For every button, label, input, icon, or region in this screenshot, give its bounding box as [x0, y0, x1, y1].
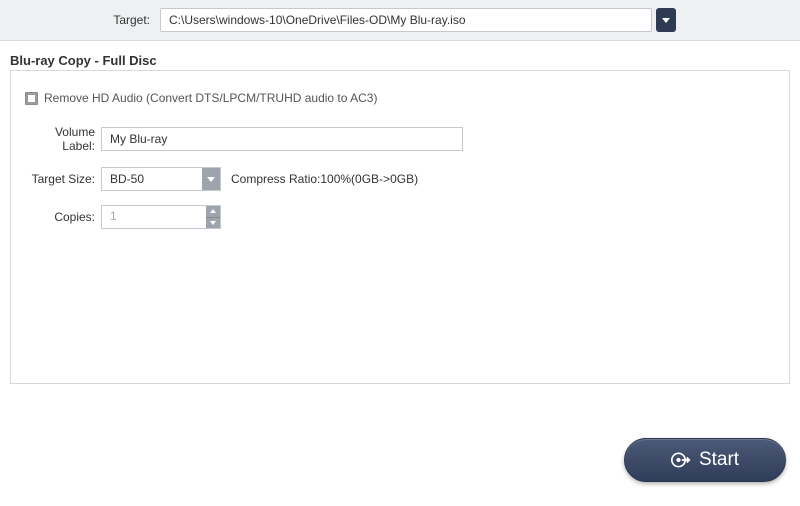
target-size-selected: BD-50 — [102, 172, 202, 186]
volume-row: Volume Label: — [25, 125, 775, 153]
remove-hd-audio-checkbox[interactable] — [25, 92, 38, 105]
target-input-wrap — [160, 8, 676, 32]
copies-row: Copies: 1 — [25, 205, 775, 229]
target-path-input[interactable] — [160, 8, 652, 32]
target-size-row: Target Size: BD-50 Compress Ratio:100%(0… — [25, 167, 775, 191]
target-size-select[interactable]: BD-50 — [101, 167, 221, 191]
options-panel: Remove HD Audio (Convert DTS/LPCM/TRUHD … — [10, 70, 790, 384]
disc-arrow-icon — [671, 450, 691, 470]
target-bar: Target: — [0, 0, 800, 41]
start-button-label: Start — [699, 449, 739, 471]
remove-hd-audio-row: Remove HD Audio (Convert DTS/LPCM/TRUHD … — [25, 91, 775, 105]
spinner-buttons — [206, 206, 220, 228]
copies-spinner[interactable]: 1 — [101, 205, 221, 229]
compress-ratio-text: Compress Ratio:100%(0GB->0GB) — [231, 172, 418, 186]
start-button[interactable]: Start — [624, 438, 786, 482]
remove-hd-audio-label: Remove HD Audio (Convert DTS/LPCM/TRUHD … — [44, 91, 377, 105]
target-label: Target: — [10, 13, 160, 27]
copies-value: 1 — [102, 206, 206, 228]
copies-decrement-button[interactable] — [206, 218, 220, 229]
copies-label: Copies: — [25, 210, 101, 224]
chevron-down-icon — [202, 168, 220, 190]
target-dropdown-button[interactable] — [656, 8, 676, 32]
volume-label: Volume Label: — [25, 125, 101, 153]
section-title: Blu-ray Copy - Full Disc — [0, 41, 800, 70]
copies-increment-button[interactable] — [206, 206, 220, 218]
target-size-label: Target Size: — [25, 172, 101, 186]
volume-label-input[interactable] — [101, 127, 463, 151]
